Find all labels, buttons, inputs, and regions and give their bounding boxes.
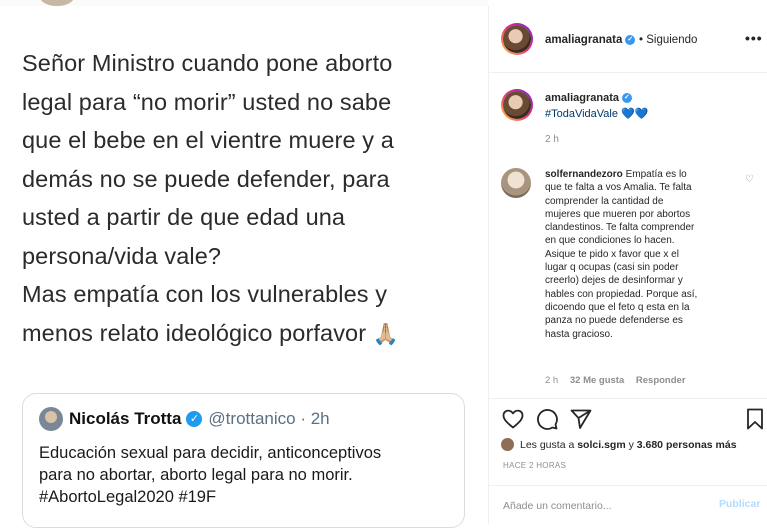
comment-like-heart-icon[interactable]: ♡	[745, 174, 754, 185]
comment-avatar[interactable]	[501, 168, 531, 198]
comment-line: dicoendo que el feto q esta en la	[545, 301, 690, 313]
comment-line: hasta gracioso.	[545, 328, 613, 340]
comment-line: que te falta a vos Amalia. Te falta	[545, 182, 692, 194]
add-comment-input[interactable]	[503, 498, 693, 514]
post-image-text: Señor Ministro cuando pone aborto legal …	[22, 44, 472, 354]
comment-line: comprender la cantidad de	[545, 195, 664, 207]
comment-bubble-icon[interactable]	[535, 407, 559, 431]
tweet-author-name: Nicolás Trotta	[69, 409, 182, 428]
following-status-button[interactable]: • Siguiendo	[639, 34, 697, 46]
tweet-handle-time: @trottanico · 2h	[208, 409, 330, 428]
embedded-tweet-card: Nicolás Trotta ✓ @trottanico · 2h Educac…	[22, 393, 465, 528]
header-avatar[interactable]	[501, 23, 533, 55]
post-text-line: persona/vida vale?	[22, 242, 222, 269]
post-actions: Les gusta a solci.sgm y 3.680 personas m…	[489, 398, 767, 525]
comment-line: lugar q ocupas (casi sin poder	[545, 262, 679, 274]
post-side-panel: amaliagranata ✓ • Siguiendo ••• amaliagra…	[488, 6, 767, 524]
verified-badge-icon: ✓	[186, 411, 203, 427]
verified-check-icon: ✓	[621, 93, 632, 104]
comment-meta: 2 h 32 Me gusta Responder	[545, 375, 695, 386]
comment-username[interactable]: solfernandezoro	[545, 169, 623, 180]
avatar-photo	[503, 91, 531, 119]
caption-avatar[interactable]	[501, 89, 533, 121]
caption-text: #TodaVidaVale 💙💙	[545, 107, 648, 120]
post-text-line: Mas empatía con los vulnerables y	[22, 281, 388, 307]
likes-summary: Les gusta a solci.sgm y 3.680 personas m…	[501, 438, 737, 451]
share-paper-plane-icon[interactable]	[569, 407, 593, 431]
comment-reply-button[interactable]: Responder	[636, 375, 686, 386]
save-bookmark-icon[interactable]	[743, 407, 767, 431]
post-text-line: usted a partir de que edad una	[22, 204, 346, 230]
caption-username[interactable]: amaliagranata ✓	[545, 92, 632, 104]
comment-line: hables con propiedad. Porque así,	[545, 288, 698, 300]
post-text-line: Señor Ministro cuando pone aborto	[22, 50, 393, 76]
post-header: amaliagranata ✓ • Siguiendo •••	[489, 6, 767, 73]
comment-likes-link[interactable]: 32 Me gusta	[570, 375, 624, 386]
instagram-post-screenshot: Señor Ministro cuando pone aborto legal …	[0, 0, 767, 528]
likes-user-avatar[interactable]	[501, 438, 514, 451]
likes-username[interactable]: solci.sgm	[577, 439, 625, 451]
likes-prefix: Les gusta a	[520, 438, 575, 451]
like-heart-icon[interactable]	[501, 407, 525, 431]
add-comment-bar: Publicar	[489, 485, 767, 526]
post-text-line: demás no se puede defender, para	[22, 165, 390, 192]
post-text-line: menos relato ideológico porfavor 🙏🏼	[22, 314, 472, 355]
caption-username-text[interactable]: amaliagranata	[545, 92, 619, 104]
tweet-body: Educación sexual para decidir, anticonce…	[39, 442, 459, 508]
pray-emoji-icon: 🙏🏼	[372, 322, 400, 346]
header-username[interactable]: amaliagranata ✓	[545, 34, 636, 46]
header-username-text[interactable]: amaliagranata	[545, 34, 622, 46]
tweet-line: #AbortoLegal2020 #19F	[39, 488, 217, 506]
comment-line: clandestinos. Te falta comprender	[545, 222, 695, 234]
publish-button[interactable]: Publicar	[719, 498, 760, 510]
post-date: HACE 2 HORAS	[503, 461, 567, 470]
comment-line: Empatía es lo	[625, 169, 687, 180]
post-text-line: que el bebe en el vientre muere y a	[22, 127, 394, 153]
tweet-line: para no abortar, aborto legal para no mo…	[39, 466, 353, 484]
post-text-line-text: menos relato ideológico porfavor	[22, 319, 367, 346]
post-text-line: legal para “no morir” usted no sabe	[22, 88, 392, 115]
likes-connector: y	[628, 438, 634, 451]
verified-check-icon: ✓	[625, 34, 636, 45]
caption-timestamp: 2 h	[545, 134, 559, 145]
comment-line: en que condiciones lo hacen.	[545, 235, 675, 247]
likes-count-link[interactable]: 3.680 personas más	[637, 439, 737, 451]
comment-text: solfernandezoro Empatía es lo que te fal…	[545, 168, 745, 341]
avatar-photo	[503, 25, 531, 53]
blue-hearts-emoji-icon: 💙💙	[621, 108, 649, 120]
comment-line: mujeres que mueren por abortos	[545, 208, 691, 220]
comment-line: Asique te pido x favor que x el	[545, 248, 679, 260]
comment-line: creerlo) dejes de desinformar y	[545, 275, 683, 287]
tweet-line: Educación sexual para decidir, anticonce…	[39, 444, 382, 462]
tweet-avatar	[39, 407, 63, 431]
more-options-icon[interactable]: •••	[745, 30, 763, 46]
tweet-header: Nicolás Trotta ✓ @trottanico · 2h	[39, 406, 330, 432]
comment-time: 2 h	[545, 375, 559, 386]
comment-first-line: solfernandezoro Empatía es lo	[545, 168, 745, 181]
post-image: Señor Ministro cuando pone aborto legal …	[0, 6, 488, 528]
comment-line: panza no puede defenderse es	[545, 315, 683, 327]
hashtag-link[interactable]: #TodaVidaVale	[545, 108, 618, 120]
